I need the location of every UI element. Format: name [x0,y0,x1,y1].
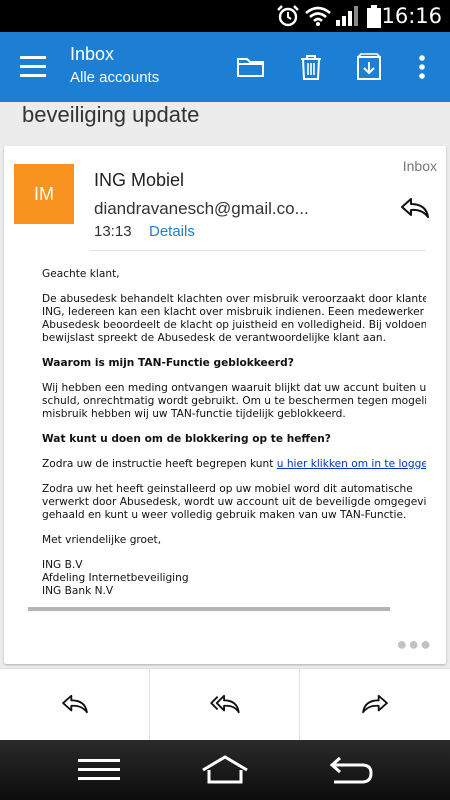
folder-label: Inbox [402,158,437,174]
app-subtitle[interactable]: Alle accounts [70,69,159,86]
signature: ING B.V Afdeling Internetbeveiliging ING… [42,559,426,598]
sender-email: diandravanesch@gmail.co... [94,199,309,218]
paragraph-1-line: De abusedesk behandelt klachten over mis… [42,293,426,305]
forward-icon [362,694,388,714]
signature-line: ING B.V [42,559,83,571]
paragraph-2-line: misbruik hebben wij uw TAN-functie tijde… [42,408,346,420]
login-link[interactable]: u hier klikken om in te loggen. [277,458,426,470]
paragraph-4-line: gehaald en kunt u weer volledig gebruik … [42,509,407,521]
sender-name: ING Mobiel [94,170,185,190]
reply-all-icon [210,694,240,714]
back-icon[interactable] [328,754,374,786]
paragraph-2: Wij hebben een meding ontvangen waaruit … [42,382,426,421]
trash-icon[interactable] [296,52,326,82]
wifi-icon [305,6,331,26]
closing: Met vriendelijke groet, [42,534,162,546]
home-icon[interactable] [200,754,250,786]
message-time: 13:13 [94,223,132,240]
battery-icon [367,5,381,28]
header-divider [90,250,426,251]
heading-1: Waarom is mijn TAN-Functie geblokkeerd? [42,357,294,369]
reply-icon [62,694,88,714]
reply-all-button[interactable] [150,669,300,741]
menu-icon[interactable] [78,758,120,782]
subject-title: beveiliging update [22,102,200,127]
paragraph-1-line: ING, Iedereen kan een klacht over misbru… [42,306,426,318]
status-bar: 16:16 [0,0,450,32]
subject-header: beveiliging update [0,102,450,142]
forward-button[interactable] [300,669,450,741]
paragraph-3-text: Zodra uw de instructie heeft begrepen ku… [42,458,277,470]
paragraph-4: Zodra uw het heeft geinstalleerd op uw m… [42,483,426,522]
signal-icon [336,6,358,26]
bottom-action-bar [0,668,450,741]
hamburger-icon[interactable] [20,54,50,80]
paragraph-4-line: Zodra uw het heeft geinstalleerd op uw m… [42,483,413,495]
status-time: 16:16 [381,4,442,28]
avatar[interactable]: IM [14,164,74,224]
system-nav-bar [0,740,450,800]
message-card: Inbox IM ING Mobiel diandravanesch@gmail… [4,146,446,664]
paragraph-4-line: verwerkt door Abusedesk, wordt uw accoun… [42,496,426,508]
greeting: Geachte klant, [42,268,120,280]
paragraph-2-line: Wij hebben een meding ontvangen waaruit … [42,382,426,394]
app-bar: Inbox Alle accounts [0,32,450,102]
paragraph-1: De abusedesk behandelt klachten over mis… [42,293,426,345]
horizontal-scrollbar[interactable] [28,607,390,611]
alarm-icon [277,5,299,27]
folder-icon[interactable] [236,52,266,82]
signature-line: Afdeling Internetbeveiliging [42,572,189,584]
paragraph-1-line: bewijslast spreekt de Abusedesk de veran… [42,332,386,344]
signature-line: ING Bank N.V [42,585,114,597]
paragraph-3: Zodra uw de instructie heeft begrepen ku… [42,458,426,471]
more-vertical-icon[interactable] [407,52,437,82]
heading-2: Wat kunt u doen om de blokkering op te h… [42,433,331,445]
more-horizontal-icon[interactable]: ●●● [396,634,432,655]
paragraph-2-line: schuld, onrechtmatig wordt gebruikt. Om … [42,395,426,407]
details-link[interactable]: Details [149,223,195,240]
paragraph-1-line: Abusedesk beoordeelt de klacht op juisth… [42,319,426,331]
app-title: Inbox [70,44,115,64]
archive-icon[interactable] [354,52,384,82]
reply-icon[interactable] [400,196,430,220]
reply-button[interactable] [0,669,150,741]
message-body: Geachte klant, De abusedesk behandelt kl… [42,268,426,610]
